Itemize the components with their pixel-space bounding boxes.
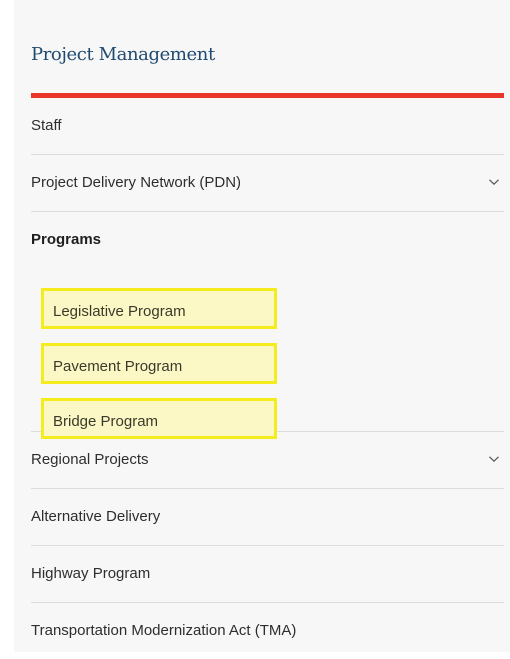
nav-item-regional-projects[interactable]: Regional Projects — [31, 432, 504, 489]
nav-item-label: Project Delivery Network (PDN) — [31, 174, 242, 191]
nav-group-heading[interactable]: Programs — [31, 212, 101, 268]
nav-item-label: Staff — [31, 117, 62, 134]
nav-item-label: Transportation Modernization Act (TMA) — [31, 622, 297, 639]
nav-item-project-delivery-network[interactable]: Project Delivery Network (PDN) — [31, 155, 504, 212]
nav-item-alternative-delivery[interactable]: Alternative Delivery — [31, 489, 504, 546]
nav-item-label: Highway Program — [31, 565, 151, 582]
subnav-item-label: Bridge Program — [53, 413, 159, 430]
subnav-item-label: Legislative Program — [53, 303, 186, 320]
nav-group-programs: Programs Legislative Program Pavement Pr… — [31, 212, 504, 439]
nav-title[interactable]: Project Management — [31, 44, 215, 65]
subnav-item-label: Pavement Program — [53, 358, 183, 375]
nav-item-highway-program[interactable]: Highway Program — [31, 546, 504, 603]
subnav-item-legislative-program[interactable]: Legislative Program — [41, 288, 277, 329]
nav-item-label: Alternative Delivery — [31, 508, 161, 525]
subnav-item-pavement-program[interactable]: Pavement Program — [41, 343, 277, 384]
chevron-down-icon[interactable] — [488, 453, 500, 465]
nav-item-staff[interactable]: Staff — [31, 98, 504, 155]
nav-item-transportation-modernization-act[interactable]: Transportation Modernization Act (TMA) — [31, 603, 504, 659]
nav-item-label: Regional Projects — [31, 451, 149, 468]
chevron-down-icon[interactable] — [488, 176, 500, 188]
nav-list: Staff Project Delivery Network (PDN) Pro… — [31, 98, 504, 659]
side-navigation: Project Management Staff Project Deliver… — [14, 0, 510, 652]
